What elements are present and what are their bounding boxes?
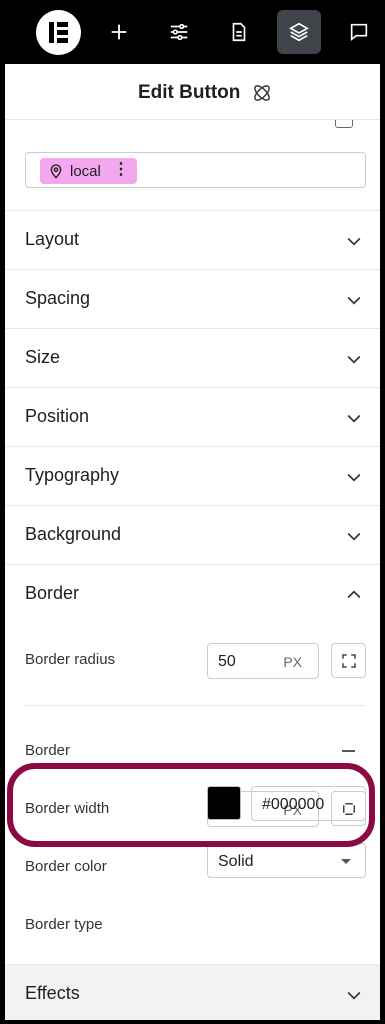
section-label: Layout [25,229,80,249]
more-options-icon[interactable]: ⋮ [113,161,129,179]
panel-title: Edit Button [138,82,241,103]
border-radius-unit[interactable]: PX [283,654,302,670]
section-layout[interactable]: Layout [5,210,380,269]
border-color-label: Border color [25,858,107,875]
section-typography[interactable]: Typography [5,446,380,505]
section-background[interactable]: Background [5,505,380,564]
border-type-select[interactable]: Solid [207,843,366,878]
class-chip[interactable]: local ⋮ [40,158,137,184]
top-toolbar [0,0,385,64]
chevron-up-icon [347,590,361,599]
section-label: Size [25,347,61,367]
section-label: Effects [25,983,80,1003]
chevron-down-icon [347,237,361,246]
page-icon[interactable] [217,10,261,54]
highlight-outline [7,763,375,847]
corners-icon [341,653,356,668]
border-radius-input[interactable]: 50 PX [207,643,319,679]
panel-header: Edit Button [5,64,380,120]
section-label: Border [25,583,80,603]
border-radius-value: 50 [218,653,236,670]
layers-icon[interactable] [277,10,321,54]
settings-sliders-icon[interactable] [157,10,201,54]
section-effects[interactable]: Effects [5,964,380,1020]
border-type-label: Border type [25,916,103,933]
section-size[interactable]: Size [5,328,380,387]
section-label: Background [25,524,122,544]
section-position[interactable]: Position [5,387,380,446]
chevron-down-icon [347,991,361,1000]
border-group-label: Border [25,742,71,759]
class-selector[interactable]: local ⋮ [25,152,366,188]
border-radius-label: Border radius [25,651,116,668]
chevron-down-icon [347,414,361,423]
chat-icon[interactable] [337,10,381,54]
minus-icon[interactable] [342,750,355,752]
caret-down-icon [341,859,351,864]
section-border[interactable]: Border [5,564,380,623]
class-chip-label: local [70,162,101,180]
section-label: Typography [25,465,120,485]
section-label: Spacing [25,288,91,308]
chevron-down-icon [347,296,361,305]
elementor-logo[interactable] [36,10,81,55]
edit-panel: Edit Button CSS classes local ⋮ Layout S… [5,64,380,1020]
radius-corners-button[interactable] [331,643,366,678]
border-type-value: Solid [218,853,254,870]
section-label: Position [25,406,90,426]
add-icon[interactable] [97,10,141,54]
section-spacing[interactable]: Spacing [5,269,380,328]
chevron-down-icon [347,355,361,364]
chevron-down-icon [347,473,361,482]
chevron-down-icon [347,532,361,541]
divider [25,705,366,706]
atom-icon [254,85,270,101]
location-pin-icon [50,164,62,179]
